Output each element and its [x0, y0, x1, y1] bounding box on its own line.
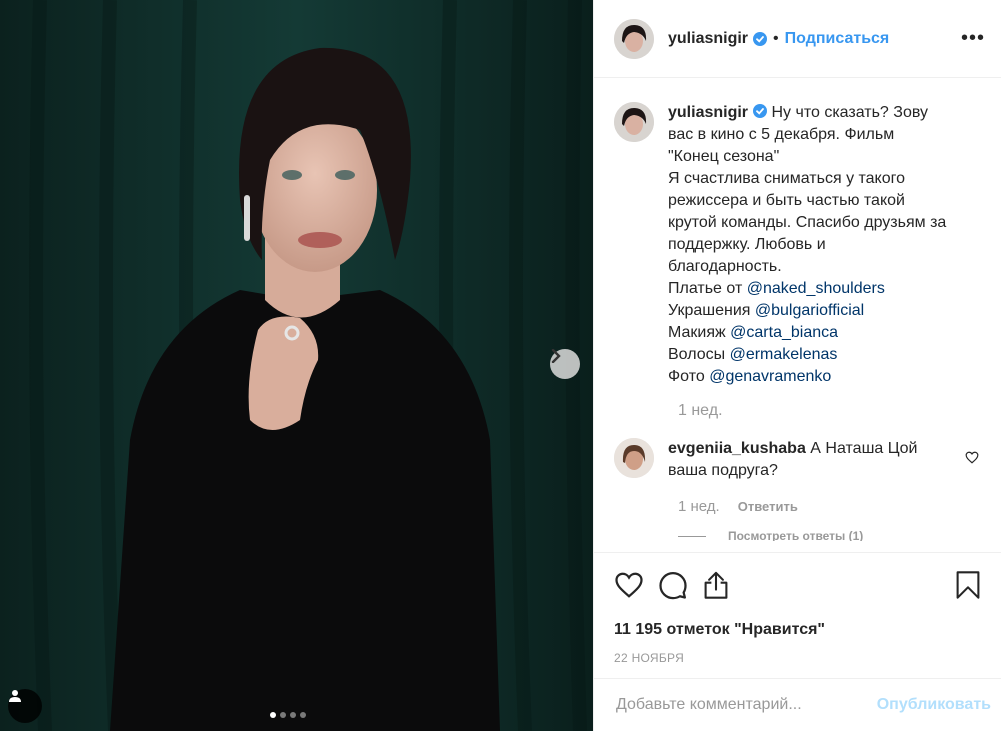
carousel-dot [270, 712, 276, 718]
comment-text: evgeniia_kushaba А Наташа Цой ваша подру… [668, 440, 918, 479]
mention-link[interactable]: @naked_shoulders [747, 280, 885, 297]
caption-username[interactable]: yuliasnigir [668, 104, 748, 121]
save-button[interactable] [955, 570, 981, 600]
post-sidebar: yuliasnigir • Подписаться ••• yuliasnigi… [593, 0, 1001, 731]
carousel-dot [300, 712, 306, 718]
caption-text: yuliasnigir Ну что сказать? Зову вас в к… [668, 102, 978, 388]
comments-list[interactable]: yuliasnigir Ну что сказать? Зову вас в к… [594, 78, 1001, 552]
view-replies-button[interactable]: Посмотреть ответы (1) [678, 531, 981, 541]
caption-line: поддержку. Любовь и [668, 236, 826, 253]
caption-line: "Конец сезона" [668, 148, 780, 165]
heart-icon [615, 572, 643, 598]
credit-line: Волосы @ermakelenas [668, 346, 838, 363]
post-photo[interactable] [0, 0, 593, 731]
credit-line: Платье от @naked_shoulders [668, 280, 885, 297]
caption-line: Ну что сказать? Зову [771, 104, 928, 121]
action-bar: 11 195 отметок "Нравится" 22 НОЯБРЯ [594, 552, 1001, 665]
mention-link[interactable]: @carta_bianca [730, 324, 838, 341]
bookmark-icon [956, 571, 980, 599]
user-tag-icon [9, 690, 21, 702]
follow-button[interactable]: Подписаться [785, 30, 890, 48]
credit-line: Фото @genavramenko [668, 368, 832, 385]
share-icon [704, 571, 728, 599]
caption-line: благодарность. [668, 258, 782, 275]
mention-link[interactable]: @bulgariofficial [755, 302, 864, 319]
caption-avatar[interactable] [614, 102, 654, 142]
publish-button[interactable]: Опубликовать [877, 696, 991, 714]
comment-input[interactable] [614, 695, 877, 715]
separator-dot: • [773, 29, 779, 47]
like-comment-heart-icon[interactable] [965, 451, 979, 464]
verified-badge-icon [753, 31, 768, 46]
credit-line: Макияж @carta_bianca [668, 324, 839, 341]
caption-line: вас в кино с 5 декабря. Фильм [668, 126, 895, 143]
chevron-right-icon [551, 349, 561, 363]
credit-line: Украшения @bulgariofficial [668, 302, 865, 319]
divider [678, 535, 706, 537]
carousel-dot [290, 712, 296, 718]
comment-button[interactable] [658, 570, 688, 600]
comment-item: evgeniia_kushaba А Наташа Цой ваша подру… [614, 438, 981, 482]
avatar-image [614, 18, 654, 59]
add-comment-bar: Опубликовать [594, 678, 1001, 731]
caption: yuliasnigir Ну что сказать? Зову вас в к… [614, 102, 981, 388]
tagged-users-button[interactable] [8, 689, 42, 723]
carousel-dot [280, 712, 286, 718]
caption-line: Я счастлива сниматься у такого [668, 170, 906, 187]
reply-button[interactable]: Ответить [738, 499, 798, 514]
more-options-button[interactable]: ••• [961, 27, 985, 50]
portrait-image [0, 0, 593, 731]
caption-line: режиссера и быть частью такой [668, 192, 905, 209]
caption-line: крутой команды. Спасибо друзьям за [668, 214, 947, 231]
mention-link[interactable]: @ermakelenas [730, 346, 838, 363]
username-link[interactable]: yuliasnigir [668, 30, 748, 48]
share-button[interactable] [702, 570, 730, 600]
mention-link[interactable]: @genavramenko [709, 368, 831, 385]
comment-meta: 1 нед. Ответить [678, 498, 981, 515]
commenter-username[interactable]: evgeniia_kushaba [668, 440, 806, 457]
carousel-indicator [270, 712, 306, 718]
commenter-avatar[interactable] [614, 438, 654, 478]
comment-bubble-icon [659, 572, 687, 600]
post-header: yuliasnigir • Подписаться ••• [594, 0, 1001, 78]
avatar-image [614, 102, 654, 142]
comment-timestamp[interactable]: 1 нед. [678, 498, 720, 515]
like-button[interactable] [614, 571, 644, 599]
post-date[interactable]: 22 НОЯБРЯ [614, 651, 981, 665]
avatar-image [614, 438, 654, 478]
likes-count[interactable]: 11 195 отметок "Нравится" [614, 621, 981, 639]
next-slide-button[interactable] [550, 349, 580, 379]
avatar[interactable] [614, 18, 654, 59]
caption-timestamp[interactable]: 1 нед. [678, 402, 981, 420]
verified-badge-icon [753, 104, 768, 118]
